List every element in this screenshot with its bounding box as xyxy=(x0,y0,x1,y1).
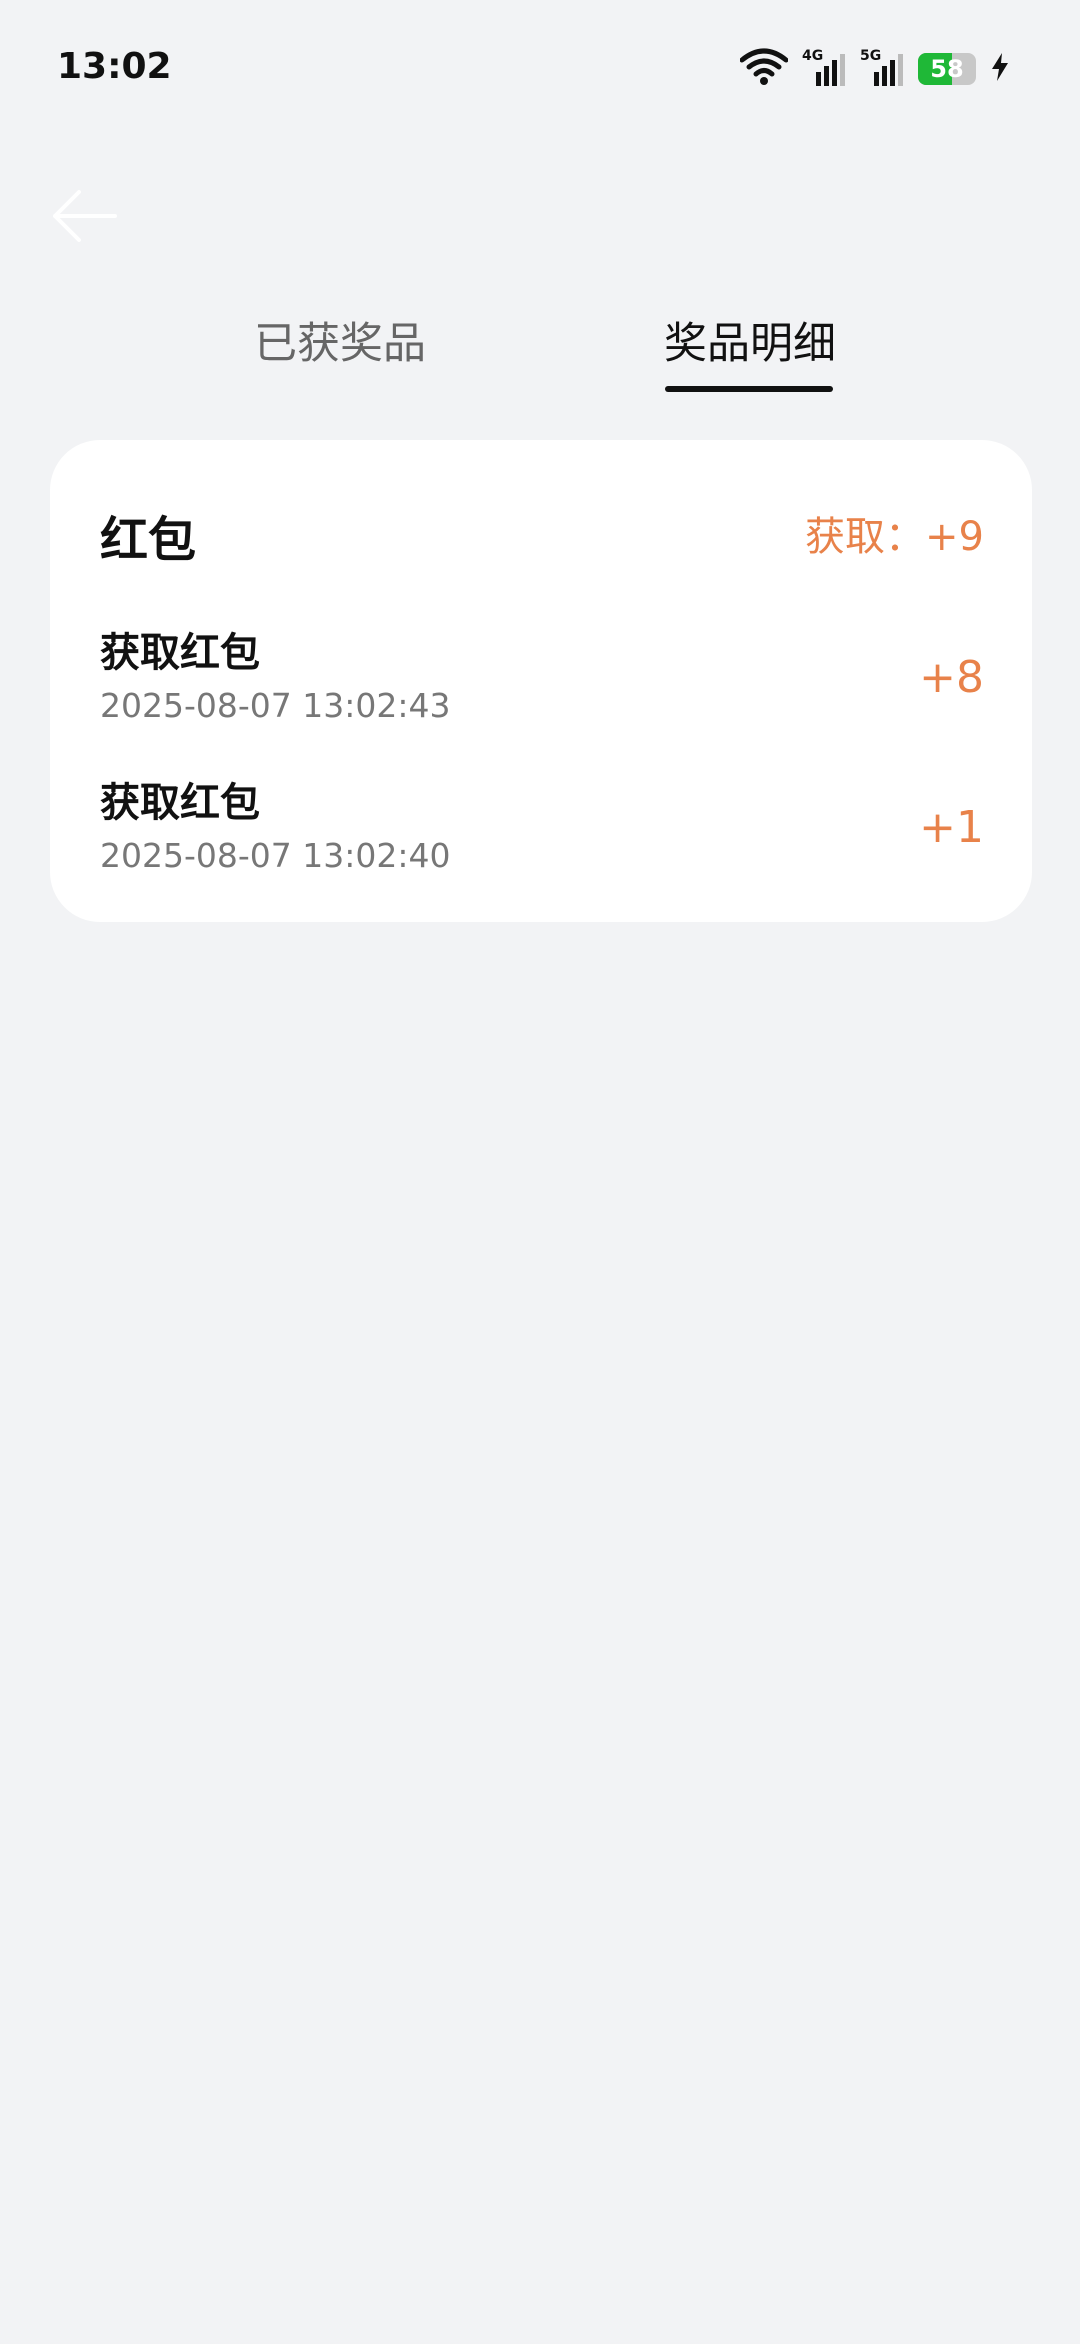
total-earned: 获取：+9 xyxy=(805,504,984,562)
record-time: 2025-08-07 13:02:43 xyxy=(100,686,451,725)
card-title: 红包 xyxy=(100,512,197,568)
battery-icon: 58 xyxy=(918,53,976,85)
record-amount: +1 xyxy=(919,802,984,853)
total-label: 获取： xyxy=(805,514,926,560)
tab-prize-details[interactable]: 奖品明细 xyxy=(630,290,870,390)
signal-4g-icon: 4G xyxy=(802,48,846,88)
battery-level: 58 xyxy=(930,55,964,83)
status-bar: 13:02 4G 5G 58 xyxy=(0,0,1080,140)
prize-detail-card: 红包 获取：+9 获取红包 2025-08-07 13:02:43 +8 获取红… xyxy=(50,440,1032,922)
arrow-left-icon xyxy=(49,188,119,248)
signal-5g-icon: 5G xyxy=(860,48,904,88)
record-time: 2025-08-07 13:02:40 xyxy=(100,836,451,875)
wifi-icon xyxy=(739,48,789,90)
status-time: 13:02 xyxy=(57,46,172,87)
total-value: +9 xyxy=(925,514,984,560)
tab-won-prizes[interactable]: 已获奖品 xyxy=(220,290,460,390)
tab-bar: 已获奖品 奖品明细 xyxy=(0,290,1080,400)
status-icons: 4G 5G 58 xyxy=(739,48,1010,90)
record-amount: +8 xyxy=(919,652,984,703)
record-title: 获取红包 xyxy=(100,630,260,676)
list-item: 获取红包 2025-08-07 13:02:43 +8 xyxy=(50,620,1032,760)
active-tab-indicator xyxy=(665,386,833,392)
list-item: 获取红包 2025-08-07 13:02:40 +1 xyxy=(50,770,1032,910)
back-button[interactable] xyxy=(46,180,122,256)
charging-icon xyxy=(990,51,1010,87)
record-title: 获取红包 xyxy=(100,780,260,826)
